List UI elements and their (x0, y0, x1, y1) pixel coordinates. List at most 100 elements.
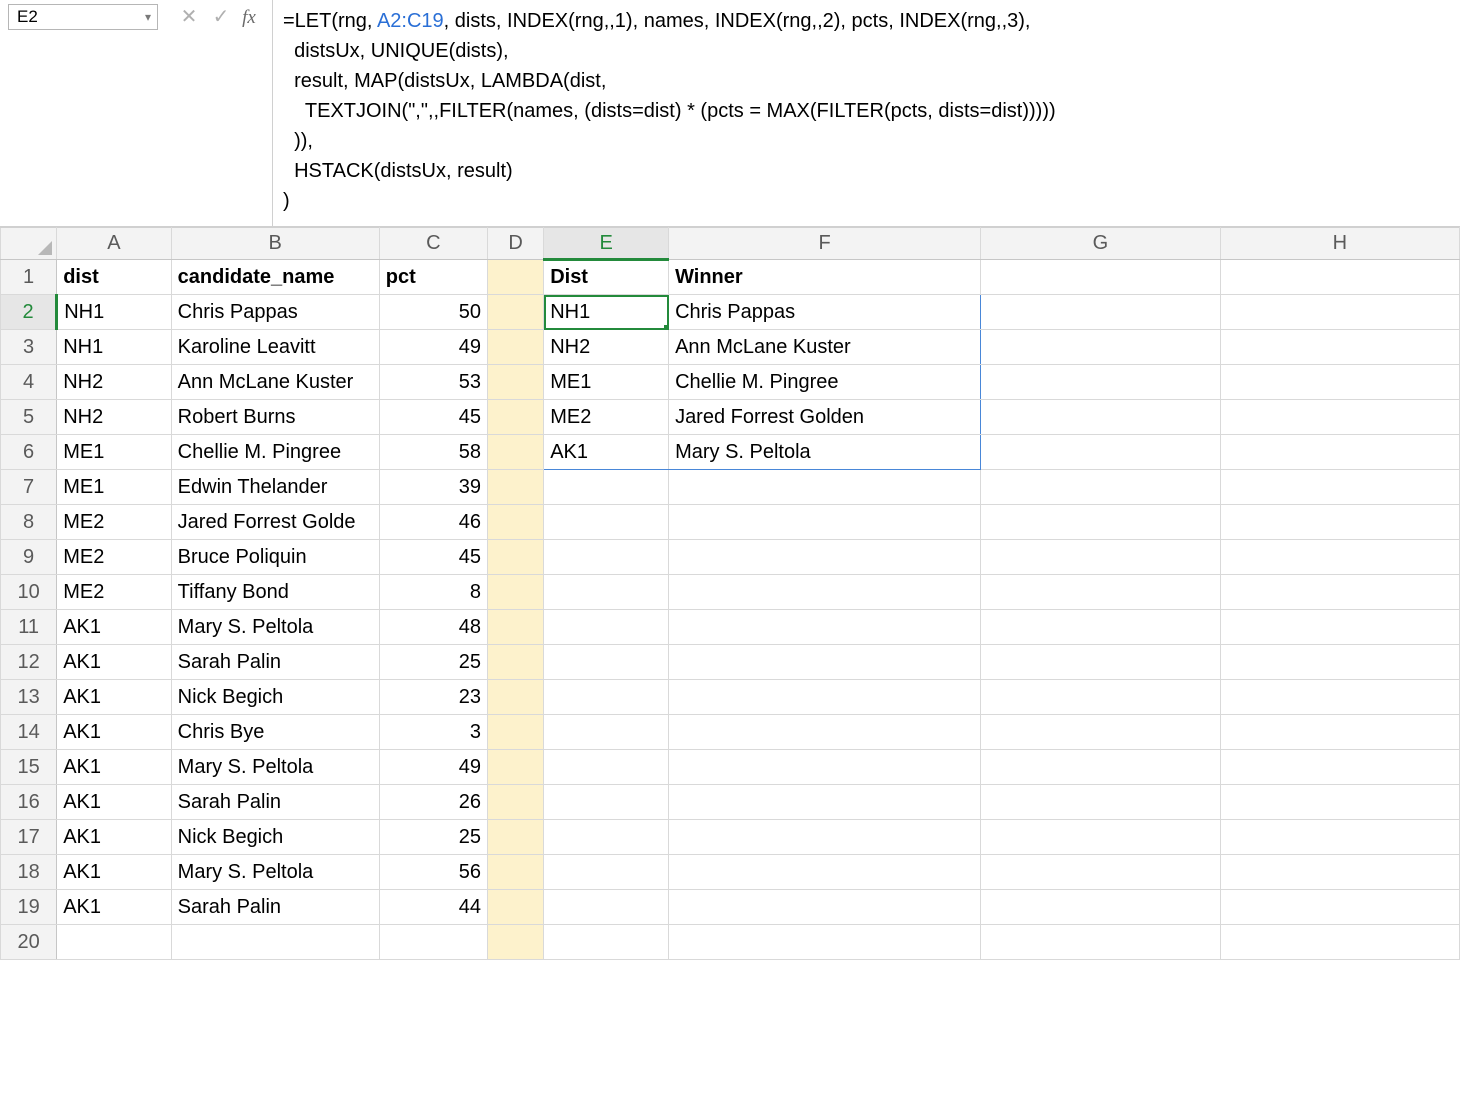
cell-C1[interactable]: pct (379, 260, 487, 295)
cell-D3[interactable] (488, 330, 544, 365)
cell-E3[interactable]: NH2 (544, 330, 669, 365)
col-header-E[interactable]: E (544, 228, 669, 260)
cell-G8[interactable] (981, 505, 1220, 540)
cell-E18[interactable] (544, 855, 669, 890)
cell-H12[interactable] (1220, 645, 1459, 680)
cell-H8[interactable] (1220, 505, 1459, 540)
cell-G7[interactable] (981, 470, 1220, 505)
cell-B10[interactable]: Tiffany Bond (171, 575, 379, 610)
cell-F1[interactable]: Winner (669, 260, 981, 295)
spreadsheet-grid[interactable]: A B C D E F G H 1distcandidate_namepctDi… (0, 227, 1460, 960)
cell-B6[interactable]: Chellie M. Pingree (171, 435, 379, 470)
enter-icon[interactable]: ✓ (210, 7, 232, 27)
cell-E11[interactable] (544, 610, 669, 645)
cell-G13[interactable] (981, 680, 1220, 715)
row-header[interactable]: 11 (1, 610, 57, 645)
cell-A4[interactable]: NH2 (57, 365, 171, 400)
cell-A6[interactable]: ME1 (57, 435, 171, 470)
cell-A19[interactable]: AK1 (57, 890, 171, 925)
cell-E15[interactable] (544, 750, 669, 785)
row-header[interactable]: 12 (1, 645, 57, 680)
cell-E12[interactable] (544, 645, 669, 680)
cell-C11[interactable]: 48 (379, 610, 487, 645)
cell-E14[interactable] (544, 715, 669, 750)
cell-H2[interactable] (1220, 295, 1459, 330)
col-header-F[interactable]: F (669, 228, 981, 260)
cell-D14[interactable] (488, 715, 544, 750)
fx-icon[interactable]: fx (242, 8, 264, 27)
cell-H4[interactable] (1220, 365, 1459, 400)
cell-D8[interactable] (488, 505, 544, 540)
cell-G18[interactable] (981, 855, 1220, 890)
cell-B12[interactable]: Sarah Palin (171, 645, 379, 680)
cell-B15[interactable]: Mary S. Peltola (171, 750, 379, 785)
cell-A18[interactable]: AK1 (57, 855, 171, 890)
cell-H6[interactable] (1220, 435, 1459, 470)
cell-F5[interactable]: Jared Forrest Golden (669, 400, 981, 435)
cell-G1[interactable] (981, 260, 1220, 295)
row-header[interactable]: 3 (1, 330, 57, 365)
cell-A12[interactable]: AK1 (57, 645, 171, 680)
cell-A20[interactable] (57, 925, 171, 960)
cell-H19[interactable] (1220, 890, 1459, 925)
cell-H1[interactable] (1220, 260, 1459, 295)
cell-D11[interactable] (488, 610, 544, 645)
cell-F13[interactable] (669, 680, 981, 715)
cell-B7[interactable]: Edwin Thelander (171, 470, 379, 505)
cell-F7[interactable] (669, 470, 981, 505)
cell-C5[interactable]: 45 (379, 400, 487, 435)
cell-E10[interactable] (544, 575, 669, 610)
cell-G17[interactable] (981, 820, 1220, 855)
row-header[interactable]: 4 (1, 365, 57, 400)
row-header[interactable]: 6 (1, 435, 57, 470)
cell-F14[interactable] (669, 715, 981, 750)
cell-D5[interactable] (488, 400, 544, 435)
cell-B19[interactable]: Sarah Palin (171, 890, 379, 925)
cell-C3[interactable]: 49 (379, 330, 487, 365)
cell-B13[interactable]: Nick Begich (171, 680, 379, 715)
cell-H10[interactable] (1220, 575, 1459, 610)
cell-F4[interactable]: Chellie M. Pingree (669, 365, 981, 400)
cell-H18[interactable] (1220, 855, 1459, 890)
cell-H14[interactable] (1220, 715, 1459, 750)
cell-G14[interactable] (981, 715, 1220, 750)
row-header[interactable]: 10 (1, 575, 57, 610)
cell-H11[interactable] (1220, 610, 1459, 645)
cell-A1[interactable]: dist (57, 260, 171, 295)
col-header-D[interactable]: D (488, 228, 544, 260)
row-header[interactable]: 1 (1, 260, 57, 295)
row-header[interactable]: 5 (1, 400, 57, 435)
cell-C10[interactable]: 8 (379, 575, 487, 610)
cell-G4[interactable] (981, 365, 1220, 400)
cell-D12[interactable] (488, 645, 544, 680)
row-header[interactable]: 16 (1, 785, 57, 820)
cell-F16[interactable] (669, 785, 981, 820)
cell-B16[interactable]: Sarah Palin (171, 785, 379, 820)
cell-A13[interactable]: AK1 (57, 680, 171, 715)
cell-F3[interactable]: Ann McLane Kuster (669, 330, 981, 365)
cell-A3[interactable]: NH1 (57, 330, 171, 365)
cell-E7[interactable] (544, 470, 669, 505)
row-header[interactable]: 9 (1, 540, 57, 575)
cell-F20[interactable] (669, 925, 981, 960)
cell-C18[interactable]: 56 (379, 855, 487, 890)
row-header[interactable]: 18 (1, 855, 57, 890)
cell-F15[interactable] (669, 750, 981, 785)
col-header-C[interactable]: C (379, 228, 487, 260)
cell-D4[interactable] (488, 365, 544, 400)
cell-D10[interactable] (488, 575, 544, 610)
cell-D1[interactable] (488, 260, 544, 295)
name-box[interactable]: E2 ▾ (8, 4, 158, 30)
cell-E19[interactable] (544, 890, 669, 925)
cell-E8[interactable] (544, 505, 669, 540)
cell-F9[interactable] (669, 540, 981, 575)
cell-G10[interactable] (981, 575, 1220, 610)
cell-A9[interactable]: ME2 (57, 540, 171, 575)
cell-G6[interactable] (981, 435, 1220, 470)
cell-H17[interactable] (1220, 820, 1459, 855)
cell-E4[interactable]: ME1 (544, 365, 669, 400)
cell-D19[interactable] (488, 890, 544, 925)
cell-E1[interactable]: Dist (544, 260, 669, 295)
cell-D16[interactable] (488, 785, 544, 820)
row-header[interactable]: 17 (1, 820, 57, 855)
